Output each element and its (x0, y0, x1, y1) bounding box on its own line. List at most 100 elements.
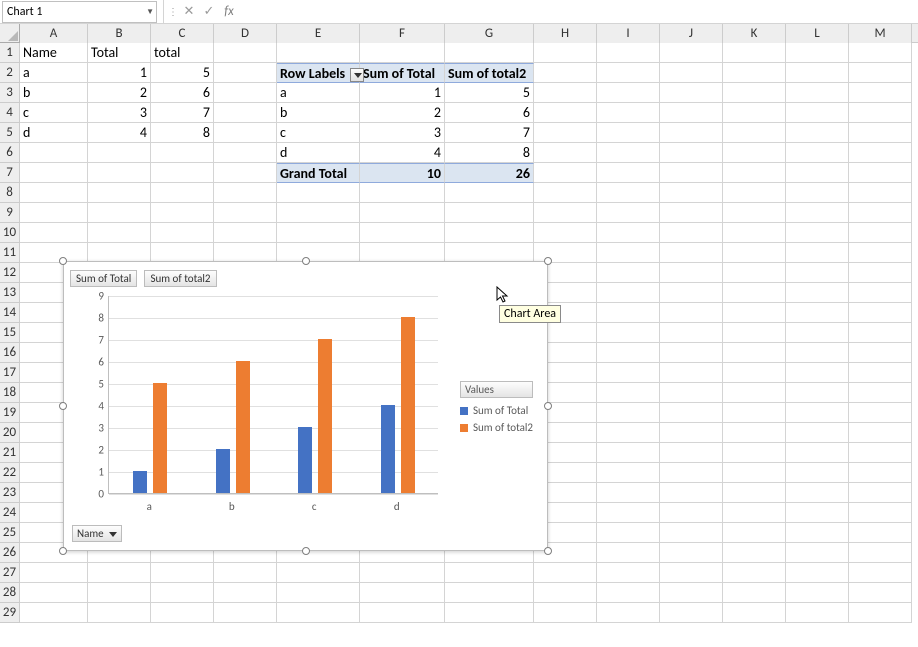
chart-object[interactable]: Sum of Total Sum of total2 0123456789 ab… (63, 261, 548, 551)
cell[interactable] (277, 603, 360, 623)
cell[interactable] (849, 383, 912, 403)
cell[interactable]: 2 (88, 83, 151, 103)
cell[interactable] (88, 563, 151, 583)
cell[interactable] (214, 243, 277, 263)
cell[interactable] (360, 43, 445, 63)
cell[interactable] (849, 603, 912, 623)
cell[interactable] (214, 603, 277, 623)
cell[interactable] (786, 143, 849, 163)
bar[interactable] (381, 405, 395, 493)
cell[interactable] (660, 603, 723, 623)
cell[interactable]: a (20, 63, 88, 83)
cell[interactable] (660, 563, 723, 583)
row-header[interactable]: 10 (0, 223, 20, 243)
cell[interactable]: b (277, 103, 360, 123)
cell[interactable]: 5 (151, 63, 214, 83)
cell[interactable] (88, 203, 151, 223)
cell[interactable] (88, 163, 151, 183)
cell[interactable]: d (277, 143, 360, 163)
cell[interactable] (660, 523, 723, 543)
cell[interactable] (597, 43, 660, 63)
cell[interactable]: 6 (151, 83, 214, 103)
cell[interactable] (445, 203, 534, 223)
cell[interactable] (723, 203, 786, 223)
cell[interactable] (360, 223, 445, 243)
cell[interactable] (786, 503, 849, 523)
cell[interactable]: 2 (360, 103, 445, 123)
cell[interactable] (360, 183, 445, 203)
row-header[interactable]: 14 (0, 303, 20, 323)
cell[interactable] (445, 603, 534, 623)
cell[interactable]: 5 (445, 83, 534, 103)
cell[interactable] (214, 203, 277, 223)
cell[interactable] (151, 563, 214, 583)
cell[interactable] (849, 163, 912, 183)
cell[interactable]: c (277, 123, 360, 143)
cell[interactable] (723, 523, 786, 543)
cell[interactable] (849, 523, 912, 543)
cell[interactable] (597, 523, 660, 543)
cell[interactable] (20, 603, 88, 623)
cell[interactable] (723, 383, 786, 403)
cell[interactable] (723, 243, 786, 263)
cell[interactable] (786, 323, 849, 343)
resize-handle-icon[interactable] (302, 257, 310, 265)
cell[interactable] (849, 363, 912, 383)
cell[interactable] (849, 563, 912, 583)
cell[interactable] (597, 483, 660, 503)
cell[interactable] (597, 63, 660, 83)
cell[interactable] (849, 443, 912, 463)
cell[interactable] (597, 563, 660, 583)
cell[interactable] (660, 583, 723, 603)
row-header[interactable]: 18 (0, 383, 20, 403)
cell[interactable] (723, 343, 786, 363)
cell[interactable] (597, 183, 660, 203)
cell[interactable] (660, 423, 723, 443)
col-header[interactable]: G (445, 24, 534, 43)
cell[interactable]: 10 (360, 163, 445, 183)
cell[interactable]: Name (20, 43, 88, 63)
bar[interactable] (298, 427, 312, 493)
cell[interactable] (151, 603, 214, 623)
cell[interactable] (849, 323, 912, 343)
cell[interactable] (277, 183, 360, 203)
bar[interactable] (318, 339, 332, 493)
cell[interactable] (597, 443, 660, 463)
col-header[interactable]: C (151, 24, 214, 43)
cell[interactable] (723, 123, 786, 143)
cell[interactable] (214, 143, 277, 163)
row-header[interactable]: 26 (0, 543, 20, 563)
row-header[interactable]: 6 (0, 143, 20, 163)
cell[interactable] (849, 263, 912, 283)
row-header[interactable]: 19 (0, 403, 20, 423)
cell[interactable] (723, 423, 786, 443)
cell[interactable] (20, 223, 88, 243)
cell[interactable] (534, 183, 597, 203)
cell[interactable]: b (20, 83, 88, 103)
cell[interactable] (534, 583, 597, 603)
cell[interactable] (786, 343, 849, 363)
cell[interactable] (151, 163, 214, 183)
cell[interactable] (660, 303, 723, 323)
cell[interactable] (723, 483, 786, 503)
legend[interactable]: Values Sum of Total Sum of total2 (460, 381, 533, 438)
cell[interactable] (660, 203, 723, 223)
cell[interactable] (151, 203, 214, 223)
cell[interactable] (597, 143, 660, 163)
cell[interactable] (786, 603, 849, 623)
cell[interactable] (534, 143, 597, 163)
cell[interactable] (534, 103, 597, 123)
cell[interactable] (597, 203, 660, 223)
cell[interactable]: Grand Total (277, 163, 360, 183)
cell[interactable] (360, 583, 445, 603)
cell[interactable] (597, 103, 660, 123)
cell[interactable] (534, 43, 597, 63)
cell[interactable] (597, 263, 660, 283)
cell[interactable] (277, 563, 360, 583)
cell[interactable] (786, 283, 849, 303)
col-header[interactable]: H (534, 24, 597, 43)
cell[interactable]: 1 (88, 63, 151, 83)
cell[interactable] (660, 63, 723, 83)
cell[interactable]: Sum of Total (360, 63, 445, 83)
cell[interactable] (786, 183, 849, 203)
